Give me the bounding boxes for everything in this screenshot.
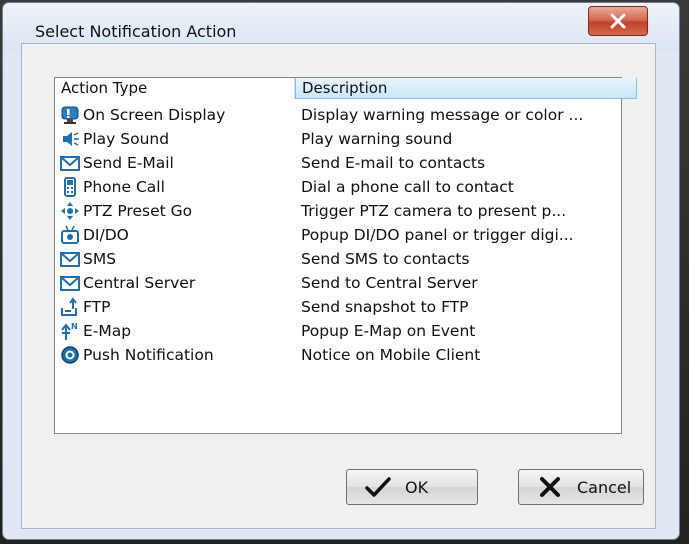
ok-label: OK — [405, 477, 429, 497]
envelope-icon — [60, 249, 80, 269]
list-item-phone-call[interactable]: Phone Call Dial a phone call to contact — [55, 175, 621, 199]
action-name: On Screen Display — [83, 106, 226, 124]
action-description: Dial a phone call to contact — [301, 178, 514, 196]
envelope-icon — [60, 153, 80, 173]
close-button[interactable] — [588, 6, 648, 36]
list-item-send-e-mail[interactable]: Send E-Mail Send E-mail to contacts — [55, 151, 621, 175]
push-globe-icon — [60, 345, 80, 365]
list-rows: On Screen Display Display warning messag… — [55, 103, 621, 367]
dido-icon — [60, 225, 80, 245]
dialog-client-area: Action Type Description On Screen Displa… — [21, 43, 656, 529]
action-list[interactable]: Action Type Description On Screen Displa… — [54, 77, 637, 434]
action-description: Popup DI/DO panel or trigger digi... — [301, 226, 574, 244]
list-item-e-map[interactable]: N E-Map Popup E-Map on Event — [55, 319, 621, 343]
compass-icon: N — [60, 321, 80, 341]
list-header: Action Type Description — [55, 78, 637, 99]
action-description: Send snapshot to FTP — [301, 298, 469, 316]
list-item-play-sound[interactable]: Play Sound Play warning sound — [55, 127, 621, 151]
action-name: PTZ Preset Go — [83, 202, 193, 220]
list-item-di-do[interactable]: DI/DO Popup DI/DO panel or trigger digi.… — [55, 223, 621, 247]
action-description: Send SMS to contacts — [301, 250, 470, 268]
list-item-push-notification[interactable]: Push Notification Notice on Mobile Clien… — [55, 343, 621, 367]
action-name: Central Server — [83, 274, 196, 292]
dialog-window: Select Notification Action Action Type D… — [2, 2, 680, 540]
window-title: Select Notification Action — [35, 22, 237, 41]
ok-button[interactable]: OK — [346, 469, 478, 505]
action-description: Play warning sound — [301, 130, 453, 148]
action-name: Phone Call — [83, 178, 165, 196]
action-description: Notice on Mobile Client — [301, 346, 481, 364]
x-mark-icon — [537, 476, 563, 498]
action-name: DI/DO — [83, 226, 129, 244]
envelope-icon — [60, 273, 80, 293]
checkmark-icon — [365, 476, 391, 498]
list-item-ptz-preset-go[interactable]: PTZ Preset Go Trigger PTZ camera to pres… — [55, 199, 621, 223]
ptz-icon — [60, 201, 80, 221]
action-description: Send to Central Server — [301, 274, 478, 292]
speaker-icon — [60, 129, 80, 149]
svg-text:N: N — [71, 322, 78, 331]
action-name: Push Notification — [83, 346, 214, 364]
action-description: Popup E-Map on Event — [301, 322, 476, 340]
column-header-action-type[interactable]: Action Type — [55, 78, 295, 99]
list-item-on-screen-display[interactable]: On Screen Display Display warning messag… — [55, 103, 621, 127]
action-description: Send E-mail to contacts — [301, 154, 486, 172]
action-description: Trigger PTZ camera to present p... — [301, 202, 567, 220]
action-name: FTP — [83, 298, 111, 316]
close-icon — [610, 13, 626, 29]
action-name: Send E-Mail — [83, 154, 174, 172]
list-item-central-server[interactable]: Central Server Send to Central Server — [55, 271, 621, 295]
column-header-description[interactable]: Description — [295, 78, 637, 99]
monitor-icon — [60, 105, 80, 125]
list-item-sms[interactable]: SMS Send SMS to contacts — [55, 247, 621, 271]
phone-icon — [60, 177, 80, 197]
ftp-upload-icon — [60, 297, 80, 317]
cancel-button[interactable]: Cancel — [518, 469, 644, 505]
cancel-label: Cancel — [577, 477, 632, 497]
action-description: Display warning message or color ... — [301, 106, 584, 124]
action-name: SMS — [83, 250, 117, 268]
action-name: E-Map — [83, 322, 132, 340]
list-item-ftp[interactable]: FTP Send snapshot to FTP — [55, 295, 621, 319]
action-name: Play Sound — [83, 130, 170, 148]
